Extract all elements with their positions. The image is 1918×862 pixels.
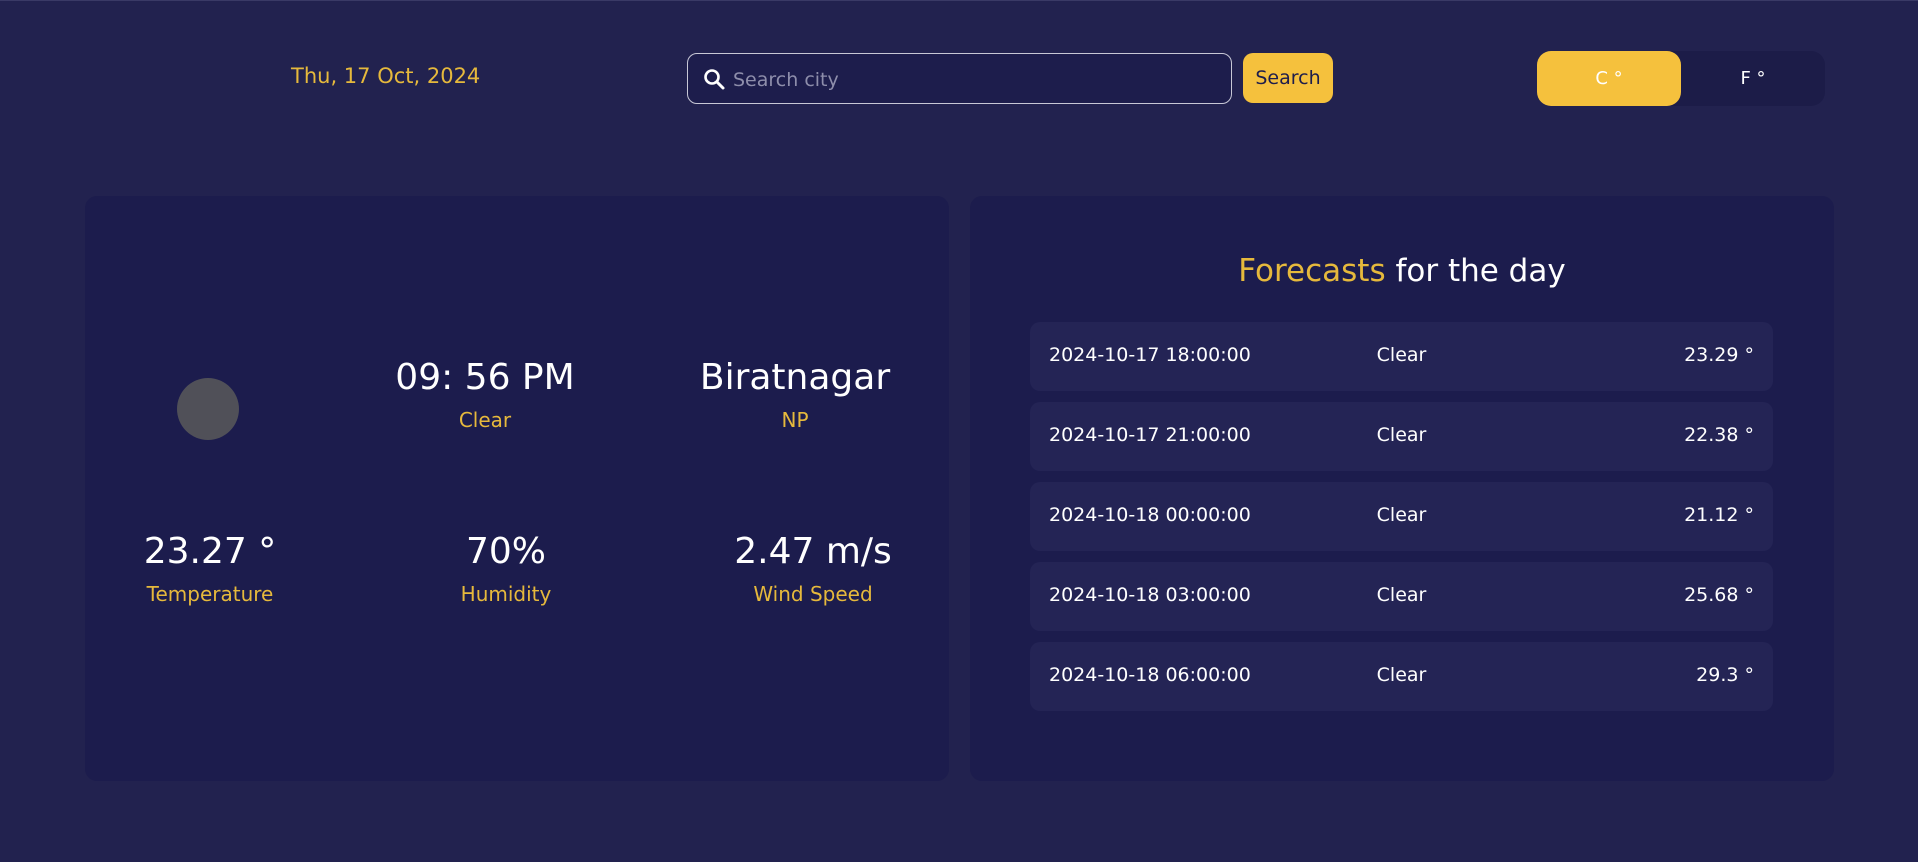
wind-block: 2.47 m/s Wind Speed [734,531,892,606]
forecast-time: 2024-10-17 21:00:00 [1049,424,1251,446]
forecast-row: 2024-10-17 18:00:00 Clear 23.29 ° [1030,322,1773,391]
forecast-time: 2024-10-18 06:00:00 [1049,664,1251,686]
forecast-condition: Clear [1376,664,1427,686]
search-box[interactable] [687,53,1232,105]
forecast-time: 2024-10-18 03:00:00 [1049,584,1251,606]
forecast-row: 2024-10-18 00:00:00 Clear 21.12 ° [1030,482,1773,551]
search-icon [702,67,726,91]
wind-value: 2.47 m/s [734,531,892,572]
humidity-label: Humidity [460,582,552,606]
forecast-row: 2024-10-17 21:00:00 Clear 22.38 ° [1030,402,1773,471]
current-date: Thu, 17 Oct, 2024 [291,64,481,88]
country-code: NP [781,408,809,432]
wind-label: Wind Speed [753,582,873,606]
temperature-label: Temperature [146,582,274,606]
temperature-block: 23.27 ° Temperature [143,531,277,606]
forecast-time: 2024-10-18 00:00:00 [1049,504,1251,526]
forecast-condition: Clear [1376,424,1427,446]
current-time: 09: 56 PM [395,357,575,398]
weather-icon [177,378,239,440]
forecast-temp: 22.38 ° [1684,424,1754,446]
search-button[interactable]: Search [1243,53,1333,103]
city-name: Biratnagar [699,357,891,398]
forecast-temp: 25.68 ° [1684,584,1754,606]
forecast-condition: Clear [1376,504,1427,526]
location-block: Biratnagar NP [699,357,891,432]
forecast-row: 2024-10-18 03:00:00 Clear 25.68 ° [1030,562,1773,631]
current-time-block: 09: 56 PM Clear [395,357,575,432]
current-condition: Clear [458,408,512,432]
forecast-card: Forecasts for the day 2024-10-17 18:00:0… [970,196,1834,781]
forecast-row: 2024-10-18 06:00:00 Clear 29.3 ° [1030,642,1773,711]
forecast-time: 2024-10-17 18:00:00 [1049,344,1251,366]
search-input[interactable] [731,54,1225,105]
temperature-value: 23.27 ° [143,531,277,572]
top-border [0,0,1918,1]
forecast-temp: 21.12 ° [1684,504,1754,526]
humidity-value: 70% [465,531,546,572]
humidity-block: 70% Humidity [460,531,552,606]
forecast-condition: Clear [1376,584,1427,606]
forecast-temp: 29.3 ° [1696,664,1754,686]
forecast-title-highlight: Forecasts [1238,253,1386,289]
forecast-condition: Clear [1376,344,1427,366]
forecast-title-rest: for the day [1385,253,1566,289]
fahrenheit-button[interactable]: F ° [1681,51,1825,106]
unit-toggle: C ° F ° [1537,51,1825,106]
current-weather-card: 09: 56 PM Clear Biratnagar NP 23.27 ° Te… [85,196,949,781]
forecast-temp: 23.29 ° [1684,344,1754,366]
forecast-title: Forecasts for the day [970,253,1834,289]
celsius-button[interactable]: C ° [1537,51,1681,106]
